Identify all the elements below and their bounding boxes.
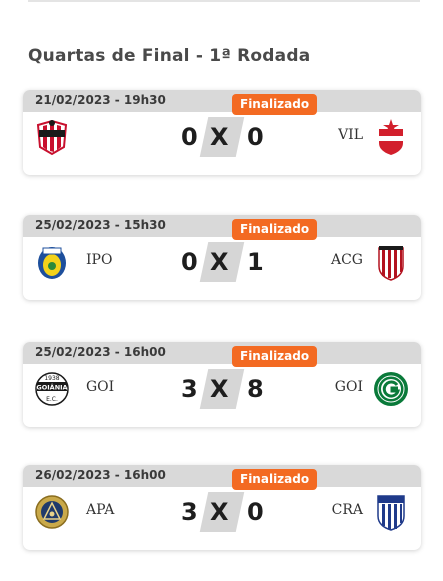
- versus-mark: X: [210, 123, 229, 151]
- match-date: 21/02/2023 - 19h30: [35, 93, 166, 107]
- anapolis-crest-icon: [34, 117, 70, 157]
- away-score: 8: [247, 375, 264, 403]
- away-team-abbr: VIL: [338, 127, 363, 143]
- home-score: 3: [181, 498, 198, 526]
- match-header: 25/02/2023 - 16h00 Finalizado: [23, 342, 421, 367]
- svg-text:GOIÂNIA: GOIÂNIA: [36, 383, 67, 392]
- scoreboard: 3 X 0: [167, 492, 277, 532]
- home-team-abbr: GOI: [86, 379, 115, 395]
- round-title: Quartas de Final - 1ª Rodada: [28, 46, 311, 66]
- scoreboard: 3 X 8: [167, 369, 277, 409]
- away-team-abbr: CRA: [331, 502, 363, 518]
- versus-mark: X: [210, 498, 229, 526]
- away-score: 1: [247, 248, 264, 276]
- match-card[interactable]: 21/02/2023 - 19h30 Finalizado 0 X 0 VIL: [23, 90, 421, 175]
- scoreboard: 0 X 0: [167, 117, 277, 157]
- aparecidense-crest-icon: [34, 492, 70, 532]
- match-date: 25/02/2023 - 16h00: [35, 345, 166, 359]
- atletico-go-crest-icon: [373, 242, 409, 282]
- match-header: 26/02/2023 - 16h00 Finalizado: [23, 465, 421, 490]
- home-team-abbr: APA: [86, 502, 115, 518]
- svg-text:E.C.: E.C.: [46, 396, 58, 403]
- match-card[interactable]: 26/02/2023 - 16h00 Finalizado APA 3 X 0 …: [23, 465, 421, 550]
- versus-mark: X: [210, 375, 229, 403]
- top-divider: [28, 0, 420, 2]
- svg-text:1938: 1938: [44, 375, 59, 382]
- vila-nova-crest-icon: [373, 117, 409, 157]
- goias-crest-icon: [373, 369, 409, 409]
- home-score: 0: [181, 123, 198, 151]
- match-card[interactable]: 25/02/2023 - 16h00 Finalizado 1938 GOIÂN…: [23, 342, 421, 427]
- crac-crest-icon: [373, 492, 409, 532]
- away-team-abbr: GOI: [334, 379, 363, 395]
- match-date: 26/02/2023 - 16h00: [35, 468, 166, 482]
- home-score: 3: [181, 375, 198, 403]
- home-team-abbr: IPO: [86, 252, 113, 268]
- match-header: 21/02/2023 - 19h30 Finalizado: [23, 90, 421, 115]
- goiania-ec-crest-icon: 1938 GOIÂNIA E.C.: [34, 369, 70, 409]
- ipora-crest-icon: [34, 242, 70, 282]
- matches-page: Quartas de Final - 1ª Rodada 21/02/2023 …: [0, 0, 443, 581]
- match-header: 25/02/2023 - 15h30 Finalizado: [23, 215, 421, 240]
- match-card[interactable]: 25/02/2023 - 15h30 Finalizado IPO 0 X 1 …: [23, 215, 421, 300]
- away-team-abbr: ACG: [330, 252, 363, 268]
- match-date: 25/02/2023 - 15h30: [35, 218, 166, 232]
- home-score: 0: [181, 248, 198, 276]
- away-score: 0: [247, 498, 264, 526]
- scoreboard: 0 X 1: [167, 242, 277, 282]
- versus-mark: X: [210, 248, 229, 276]
- away-score: 0: [247, 123, 264, 151]
